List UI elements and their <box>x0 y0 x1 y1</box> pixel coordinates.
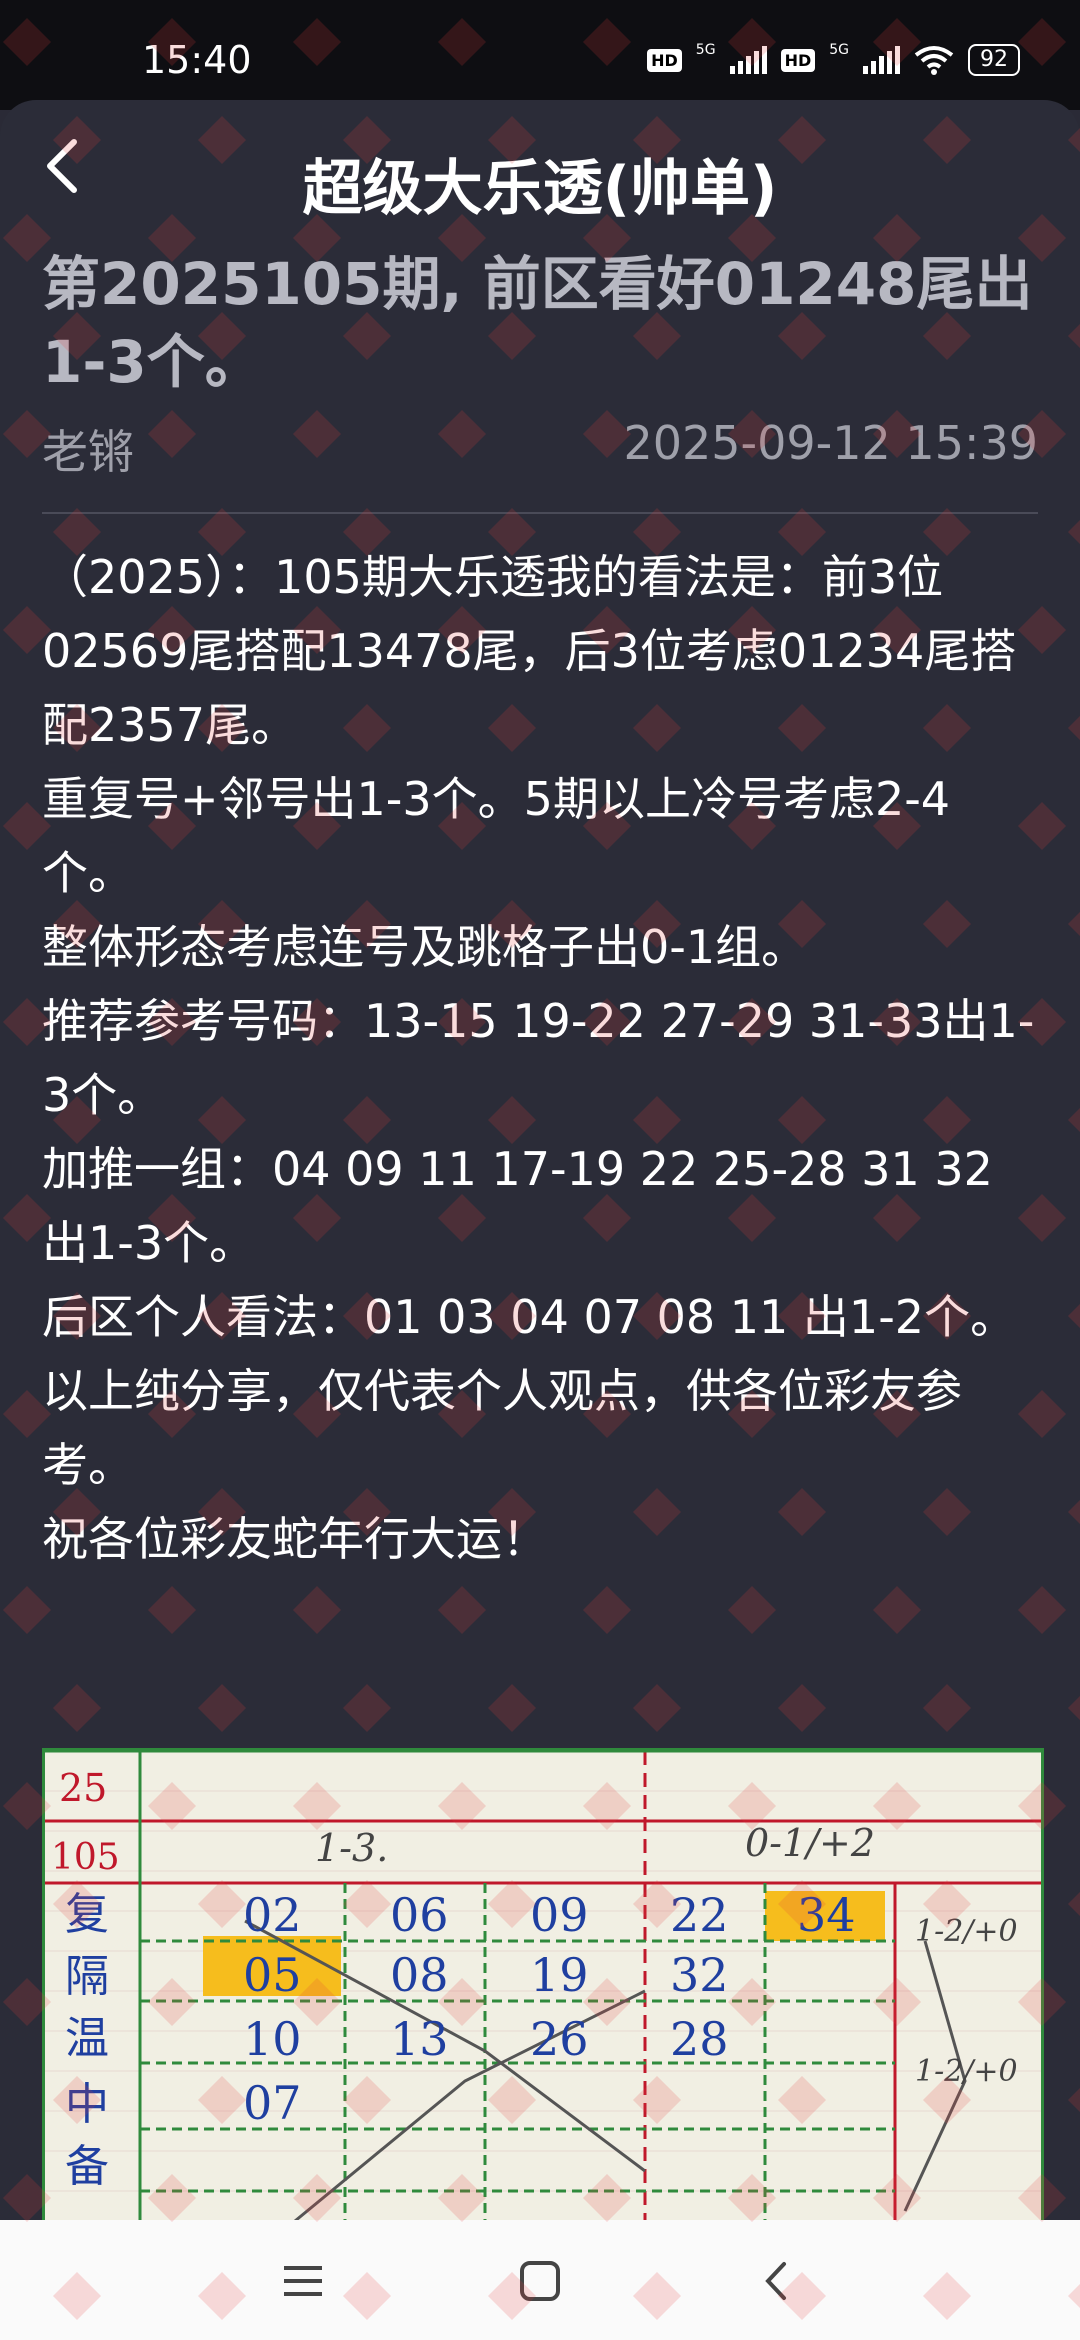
sheet-number: 13 <box>390 2012 449 2066</box>
signal-icon <box>729 46 767 74</box>
status-icons: HD 5G HD 5G 92 <box>647 42 1020 76</box>
status-bar: 15:40 HD 5G HD 5G 92 <box>0 0 1080 110</box>
body-paragraph: 祝各位彩友蛇年行大运！ <box>42 1512 548 1566</box>
battery-icon: 92 <box>968 44 1020 76</box>
sheet-number: 06 <box>390 1888 449 1942</box>
page-title: 超级大乐透(帅单) <box>302 154 778 224</box>
body-paragraph: 整体形态考虑连号及跳格子出0-1组。 <box>42 920 808 974</box>
sheet-row-label: 备 <box>65 2141 109 2192</box>
sheet-number: 34 <box>797 1888 856 1942</box>
sheet-number: 28 <box>670 2012 729 2066</box>
top-bar: 超级大乐透(帅单) <box>0 100 1080 240</box>
sheet-row-label: 温 <box>65 2013 109 2064</box>
sheet-number: 09 <box>530 1888 589 1942</box>
article-headline: 第2025105期, 前区看好01248尾出1-3个。 <box>42 250 1033 396</box>
author-name[interactable]: 老锵 <box>42 416 134 482</box>
sheet-number: 19 <box>530 1948 589 2002</box>
body-paragraph: 后区个人看法：01 03 04 07 08 11 出1-2个。 <box>42 1290 1017 1344</box>
menu-icon[interactable] <box>276 2254 330 2308</box>
network-type-2: 5G <box>829 42 849 58</box>
sheet-note: 1-2/+0 <box>915 1914 1018 1949</box>
sheet-row-label: 中 <box>65 2079 109 2130</box>
sheet-side-label: 105 <box>51 1837 120 1878</box>
publish-date: 2025-09-12 15:39 <box>623 416 1038 470</box>
article-body: （2025）：105期大乐透我的看法是：前3位02569尾搭配13478尾，后3… <box>42 540 1042 1576</box>
sheet-header-mark: 1-3. <box>315 1826 388 1870</box>
sheet-number: 26 <box>530 2012 589 2066</box>
sheet-row-label: 复 <box>65 1889 109 1940</box>
status-time: 15:40 <box>142 38 252 82</box>
sheet-number: 07 <box>243 2076 302 2130</box>
signal-icon-2 <box>863 46 900 74</box>
hd-badge: HD <box>647 48 682 72</box>
navigation-bar <box>0 2220 1080 2340</box>
body-paragraph: （2025）：105期大乐透我的看法是：前3位02569尾搭配13478尾，后3… <box>42 550 1017 752</box>
sheet-number: 32 <box>670 1948 729 2002</box>
sheet-note: 1-2/+0 <box>915 2054 1018 2089</box>
sheet-row-label: 隔 <box>65 1951 109 2002</box>
body-paragraph: 以上纯分享，仅代表个人观点，供各位彩友参考。 <box>42 1364 962 1492</box>
hd-badge-2: HD <box>780 48 816 72</box>
home-icon[interactable] <box>513 2254 567 2308</box>
back-icon[interactable] <box>750 2254 804 2308</box>
wifi-icon <box>914 46 954 75</box>
network-type: 5G <box>695 42 716 58</box>
sheet-side-label: 25 <box>59 1766 107 1810</box>
body-paragraph: 加推一组：04 09 11 17-19 22 25-28 31 32 出1-3个… <box>42 1142 993 1270</box>
sheet-number: 10 <box>243 2012 302 2066</box>
body-paragraph: 重复号+邻号出1-3个。5期以上冷号考虑2-4个。 <box>42 772 951 900</box>
sheet-number: 05 <box>243 1948 302 2002</box>
sheet-number: 02 <box>243 1888 302 1942</box>
sheet-number: 22 <box>670 1888 729 1942</box>
body-paragraph: 推荐参考号码：13-15 19-22 27-29 31-33出1-3个。 <box>42 994 1035 1122</box>
sheet-header-mark: 0-1/+2 <box>745 1821 875 1865</box>
divider <box>42 512 1038 514</box>
sheet-number: 08 <box>390 1948 449 2002</box>
article-card: 超级大乐透(帅单) 第2025105期, 前区看好01248尾出1-3个。 老锵… <box>0 100 1080 2314</box>
